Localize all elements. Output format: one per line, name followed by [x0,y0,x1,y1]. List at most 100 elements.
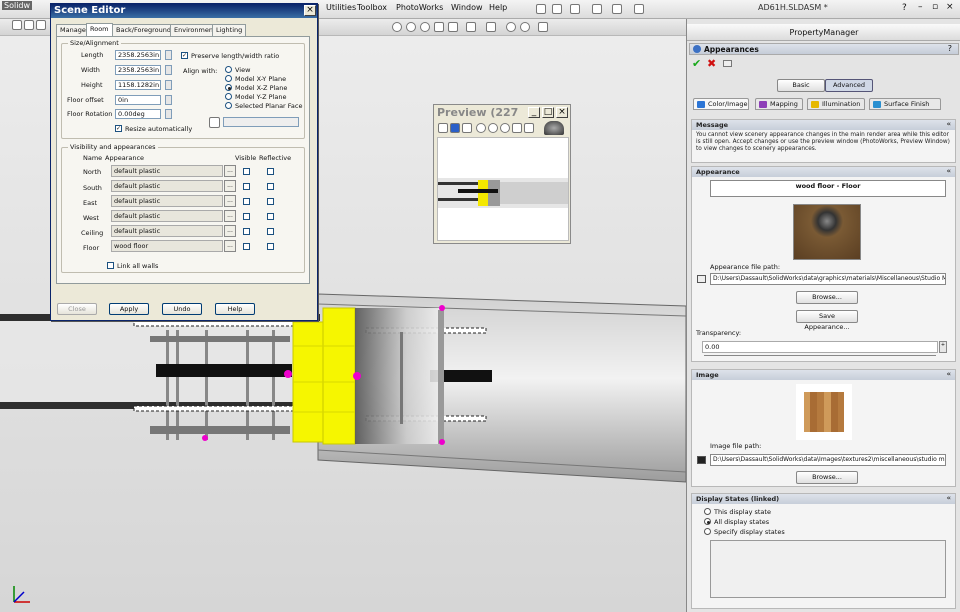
row-north-browse[interactable]: ... [224,165,236,177]
undo-button[interactable]: Undo [162,303,202,315]
height-spin[interactable] [165,80,172,90]
menu-toolbox[interactable]: Toolbox [357,3,387,12]
row-ceiling-visible[interactable] [243,228,250,235]
cancel-x-icon[interactable]: ✖ [707,57,716,70]
transparency-slider-track[interactable] [704,355,936,356]
row-east-visible[interactable] [243,198,250,205]
section-view-icon[interactable] [448,22,458,32]
row-west-appearance[interactable]: default plastic [111,210,223,222]
basic-mode-button[interactable]: Basic [777,79,825,92]
row-west-reflective[interactable] [267,213,274,220]
appearance-icon[interactable] [520,22,530,32]
hide-show-icon[interactable] [506,22,516,32]
width-spin[interactable] [165,65,172,75]
scene-icon[interactable] [538,22,548,32]
preview-maximize-button[interactable]: □ [542,107,554,118]
preview-pan-icon[interactable] [512,123,522,133]
collapse-icon[interactable]: « [946,167,951,175]
floor-rotation-spin[interactable] [165,109,172,119]
toolbar-icon-2[interactable] [24,20,34,30]
align-view-radio[interactable] [225,66,232,73]
preview-close-button[interactable]: × [556,107,568,118]
align-yz-radio[interactable] [225,93,232,100]
preserve-ratio-checkbox[interactable]: ✓ [181,52,188,59]
zoom-in-icon[interactable] [420,22,430,32]
collapse-icon[interactable]: « [946,120,951,128]
floor-offset-field[interactable]: 0in [115,95,161,105]
row-ceiling-reflective[interactable] [267,228,274,235]
tab-surface-finish[interactable]: Surface Finish [869,98,941,110]
new-doc-icon[interactable] [536,4,546,14]
row-floor-visible[interactable] [243,243,250,250]
row-floor-appearance[interactable]: wood floor [111,240,223,252]
link-walls-checkbox[interactable] [107,262,114,269]
row-north-visible[interactable] [243,168,250,175]
preview-save-icon[interactable] [450,123,460,133]
this-display-state-radio[interactable] [704,508,711,515]
row-south-visible[interactable] [243,183,250,190]
zoom-area-icon[interactable] [406,22,416,32]
open-icon[interactable] [552,4,562,14]
resize-auto-checkbox[interactable]: ✓ [115,125,122,132]
row-south-reflective[interactable] [267,183,274,190]
help-button[interactable]: Help [215,303,255,315]
transparency-spin[interactable]: + [939,341,947,353]
length-spin[interactable] [165,50,172,60]
row-south-appearance[interactable]: default plastic [111,180,223,192]
undo-icon[interactable] [612,4,622,14]
save-icon[interactable] [570,4,580,14]
collapse-icon[interactable]: « [946,370,951,378]
tab-mapping[interactable]: Mapping [755,98,803,110]
width-field[interactable]: 2358.2563in [115,65,161,75]
preview-print-icon[interactable] [462,123,472,133]
face-select-icon[interactable] [209,117,220,128]
align-xy-radio[interactable] [225,75,232,82]
preview-minimize-button[interactable]: _ [528,107,540,118]
menu-utilities[interactable]: Utilities [326,3,356,12]
scene-editor-close-button[interactable]: × [304,5,316,16]
all-display-states-radio[interactable] [704,518,711,525]
floor-rotation-field[interactable]: 0.00deg [115,109,161,119]
row-west-browse[interactable]: ... [224,210,236,222]
appearance-browse-button[interactable]: Browse... [796,291,858,304]
app-toolbar-icon[interactable] [12,20,22,30]
selected-face-field[interactable] [223,117,299,127]
save-appearance-button[interactable]: Save Appearance... [796,310,858,331]
preview-stop-icon[interactable] [438,123,448,133]
height-field[interactable]: 1158.1282in [115,80,161,90]
align-face-radio[interactable] [225,102,232,109]
collapse-icon[interactable]: « [946,494,951,502]
view-orientation-icon[interactable] [466,22,476,32]
row-floor-reflective[interactable] [267,243,274,250]
close-button[interactable]: Close [57,303,97,315]
row-north-reflective[interactable] [267,168,274,175]
advanced-mode-button[interactable]: Advanced [825,79,873,92]
tab-lighting[interactable]: Lighting [212,24,247,36]
minimize-icon[interactable]: – [918,2,923,12]
preview-zoom-out-icon[interactable] [488,123,498,133]
row-floor-browse[interactable]: ... [224,240,236,252]
row-north-appearance[interactable]: default plastic [111,165,223,177]
image-path-field[interactable]: D:\Users\Dassault\SolidWorks\data\Images… [710,454,946,466]
menu-help[interactable]: Help [489,3,507,12]
toolbar-icon-3[interactable] [36,20,46,30]
preview-options-icon[interactable] [524,123,534,133]
tab-room[interactable]: Room [86,23,113,37]
image-browse-button[interactable]: Browse... [796,471,858,484]
close-icon[interactable]: × [946,2,954,12]
row-east-browse[interactable]: ... [224,195,236,207]
row-ceiling-browse[interactable]: ... [224,225,236,237]
row-south-browse[interactable]: ... [224,180,236,192]
row-ceiling-appearance[interactable]: default plastic [111,225,223,237]
tab-back-foreground[interactable]: Back/Foreground [112,24,175,36]
row-east-reflective[interactable] [267,198,274,205]
help-icon[interactable]: ? [948,44,952,53]
tab-illumination[interactable]: Illumination [807,98,865,110]
specify-display-states-radio[interactable] [704,528,711,535]
transparency-field[interactable]: 0.00 [702,341,938,353]
row-west-visible[interactable] [243,213,250,220]
print-icon[interactable] [592,4,602,14]
pushpin-icon[interactable] [723,60,732,67]
zoom-fit-icon[interactable] [392,22,402,32]
display-states-list[interactable] [710,540,946,598]
